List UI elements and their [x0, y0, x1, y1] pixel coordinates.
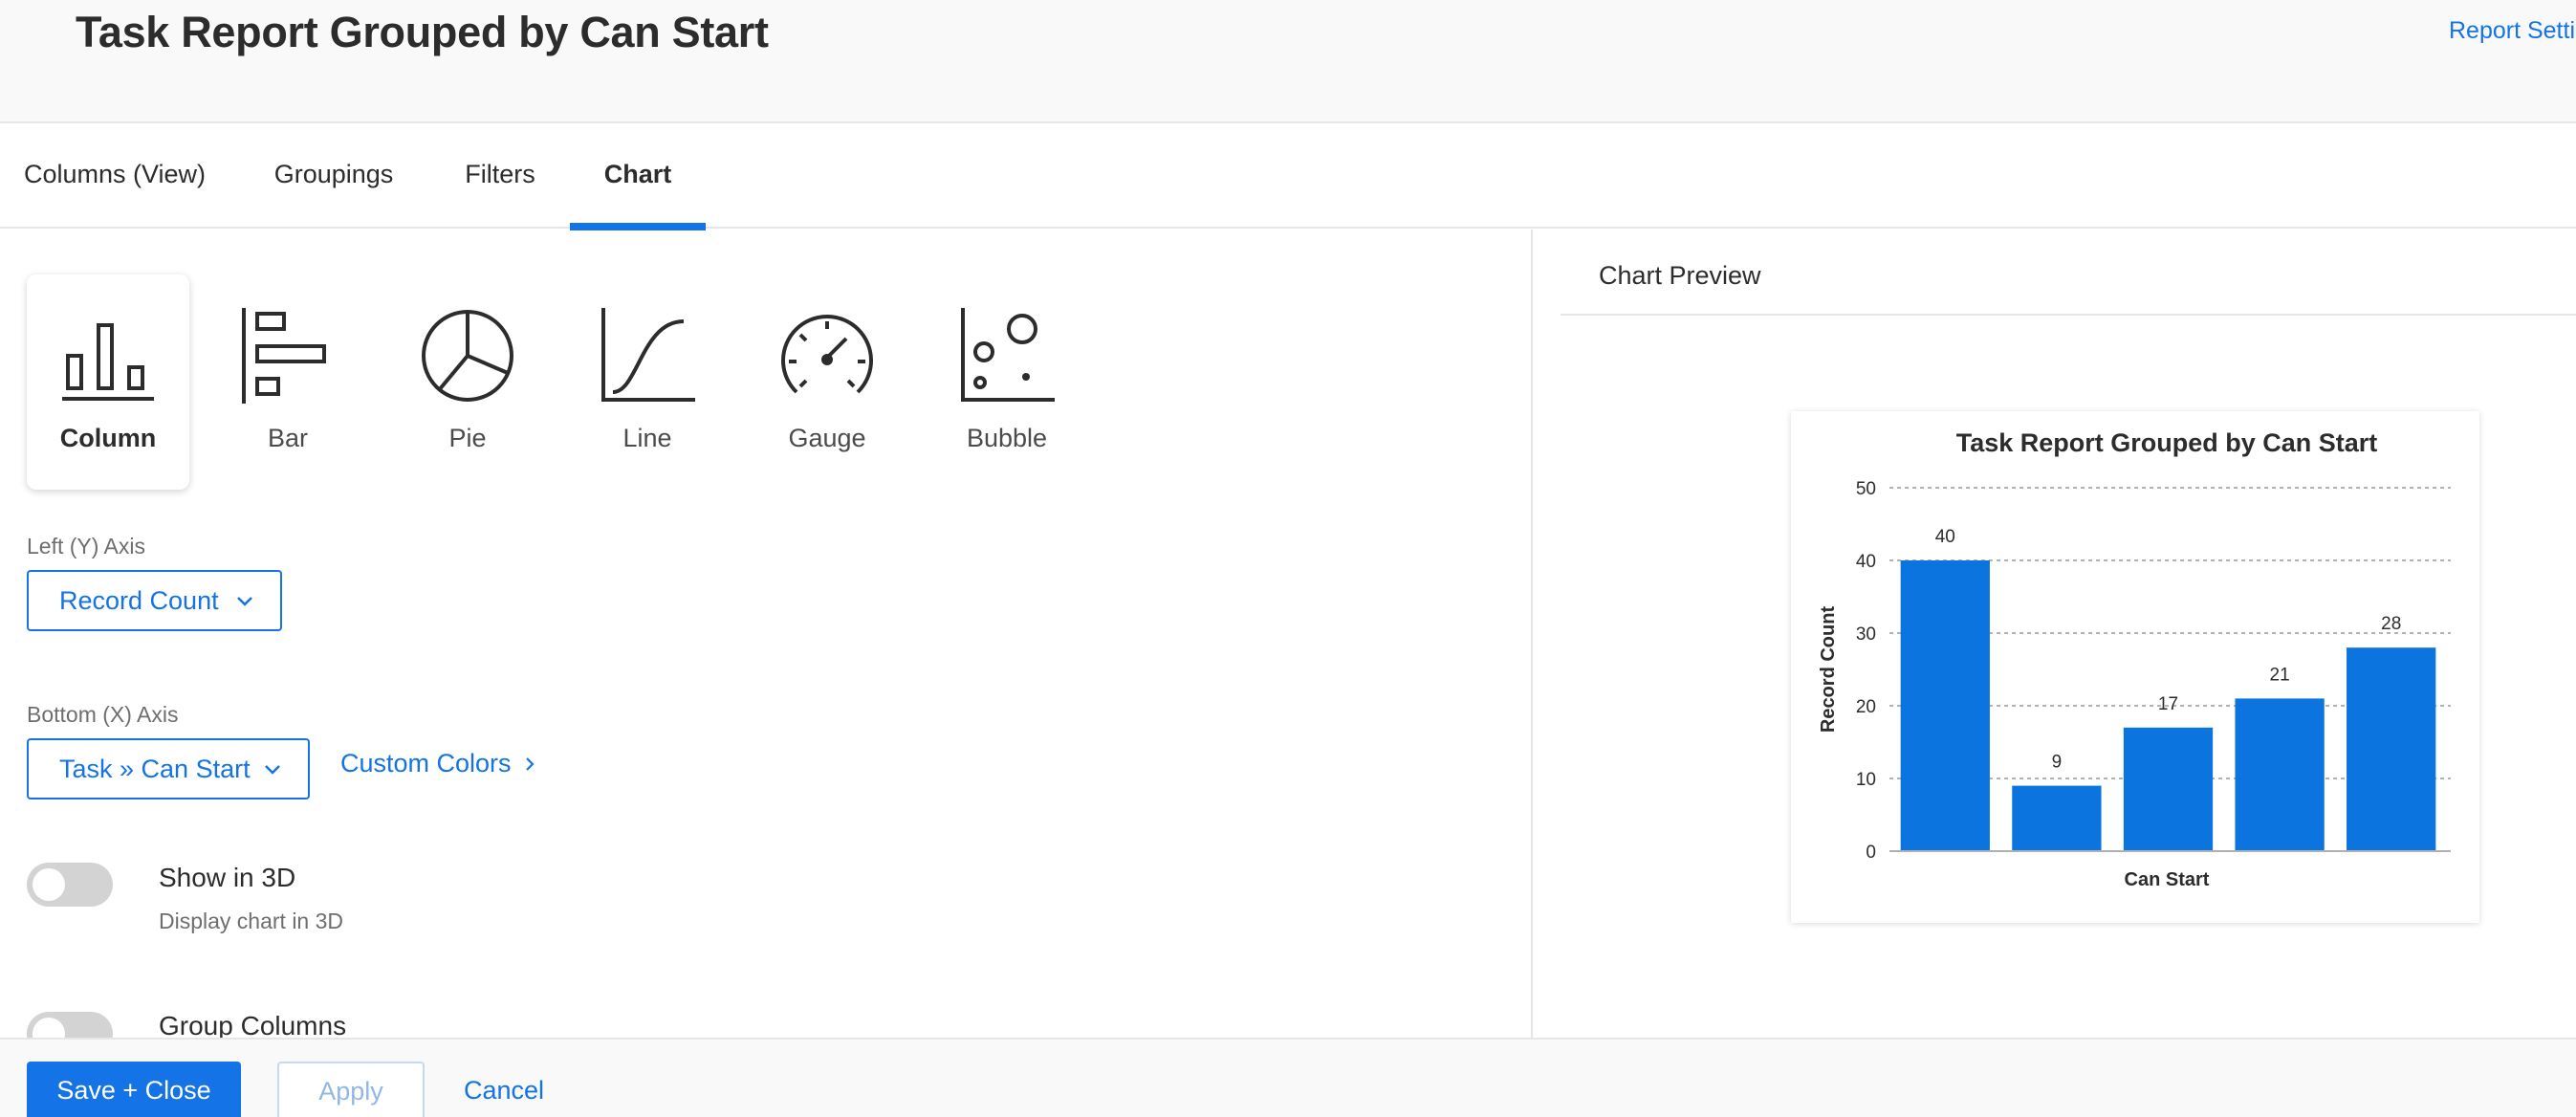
line-chart-icon — [601, 308, 695, 402]
chart-type-bar[interactable]: Bar — [207, 274, 369, 490]
chart-type-bubble[interactable]: Bubble — [926, 274, 1088, 490]
bottom-axis-label: Bottom (X) Axis — [27, 702, 179, 727]
tab-groupings[interactable]: Groupings — [273, 125, 395, 229]
show-3d-description: Display chart in 3D — [159, 909, 344, 933]
chart-type-line[interactable]: Line — [566, 274, 729, 490]
chart-bar — [2012, 785, 2102, 851]
bottom-axis-value: Task » Can Start — [59, 754, 251, 783]
chart-preview-card: Task Report Grouped by Can Start 0 10 20 30… — [1791, 411, 2479, 923]
chevron-down-icon — [237, 597, 252, 606]
panel-divider — [1531, 230, 1533, 1038]
tab-bar: Columns (View) Groupings Filters Chart — [0, 125, 2576, 230]
tab-columns-view[interactable]: Columns (View) — [23, 125, 207, 229]
chart-type-label: Gauge — [788, 424, 866, 452]
chart-type-column[interactable]: Column — [27, 274, 189, 490]
custom-colors-label: Custom Colors — [340, 749, 512, 778]
page-header: Task Report Grouped by Can Start Report … — [0, 0, 2576, 123]
bar-data-label: 40 — [1935, 527, 1955, 547]
chart-type-label: Column — [59, 424, 157, 452]
save-close-button[interactable]: Save + Close — [27, 1062, 241, 1117]
footer-bar: Save + Close Apply Cancel — [0, 1038, 2576, 1117]
bar-data-label: 21 — [2270, 665, 2290, 685]
chart-bar — [1900, 560, 1990, 851]
y-tick-label: 0 — [1866, 843, 1876, 863]
chart-type-gauge[interactable]: Gauge — [746, 274, 908, 490]
pie-chart-icon — [422, 310, 513, 402]
bottom-axis-dropdown[interactable]: Task » Can Start — [27, 738, 310, 799]
chart-type-label: Bar — [267, 424, 309, 452]
chart-type-pie[interactable]: Pie — [386, 274, 549, 490]
bar-data-label: 17 — [2158, 694, 2178, 714]
y-tick-label: 40 — [1856, 552, 1876, 572]
y-tick-label: 50 — [1856, 479, 1876, 499]
chevron-down-icon — [265, 765, 280, 775]
chart-type-label: Pie — [448, 424, 487, 452]
custom-colors-link[interactable]: Custom Colors — [340, 749, 535, 778]
toggle-knob — [33, 868, 65, 901]
left-axis-label: Left (Y) Axis — [27, 534, 145, 558]
chart-title: Task Report Grouped by Can Start — [1956, 428, 2378, 457]
column-chart-icon — [62, 323, 154, 401]
x-axis-label: Can Start — [2125, 869, 2210, 890]
bubble-chart-icon — [961, 308, 1055, 402]
cancel-button[interactable]: Cancel — [463, 1062, 545, 1117]
left-axis-dropdown[interactable]: Record Count — [27, 570, 282, 631]
bar-data-label: 28 — [2381, 614, 2401, 634]
gauge-chart-icon — [781, 315, 873, 394]
y-tick-label: 20 — [1856, 697, 1876, 717]
chart-bar — [2347, 647, 2436, 851]
show-3d-title: Show in 3D — [159, 863, 296, 892]
bar-data-label: 9 — [2052, 753, 2063, 773]
chart-type-label: Line — [622, 424, 672, 452]
y-tick-label: 30 — [1856, 624, 1876, 645]
chart-type-label: Bubble — [966, 424, 1048, 452]
preview-divider — [1561, 314, 2576, 316]
tab-chart[interactable]: Chart — [570, 125, 706, 230]
page-title: Task Report Grouped by Can Start — [76, 8, 769, 56]
report-settings-link[interactable]: Report Settir — [2449, 17, 2576, 45]
chart-preview-title: Chart Preview — [1599, 261, 1761, 290]
chart-bar — [2123, 727, 2214, 851]
chevron-right-icon — [525, 756, 535, 771]
tab-filters[interactable]: Filters — [464, 125, 536, 229]
chart-bar — [2235, 698, 2325, 851]
left-axis-value: Record Count — [59, 585, 219, 615]
y-tick-label: 10 — [1856, 770, 1876, 790]
y-axis-label: Record Count — [1818, 606, 1839, 734]
show-3d-toggle[interactable] — [27, 863, 113, 907]
column-chart: Task Report Grouped by Can Start 0 10 20 30… — [1818, 428, 2451, 890]
bar-chart-icon — [242, 308, 326, 404]
apply-button[interactable]: Apply — [277, 1062, 425, 1117]
